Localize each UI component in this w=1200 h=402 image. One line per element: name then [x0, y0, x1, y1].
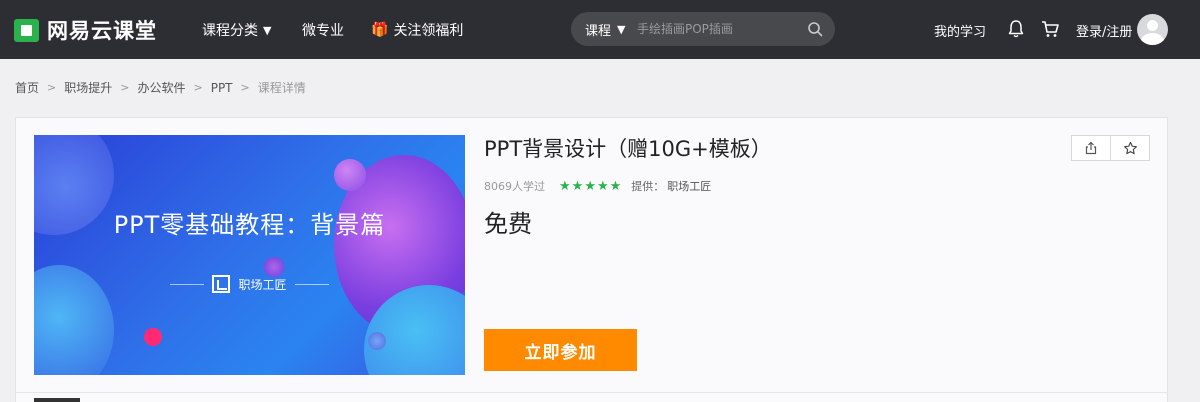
course-actions: [1071, 135, 1150, 161]
nav-follow-gift[interactable]: 🎁 关注领福利: [371, 19, 463, 41]
learner-count: 8069人学过: [484, 180, 545, 193]
logo-icon: [14, 18, 39, 42]
nav-micro-major[interactable]: 微专业: [302, 19, 344, 41]
course-price: 免费: [484, 210, 532, 238]
banner-decor: [144, 328, 162, 346]
bell-icon[interactable]: [1007, 19, 1025, 39]
search-bar: 课程 ▼: [571, 12, 835, 46]
search-input[interactable]: [637, 18, 797, 40]
chevron-right-icon: >: [193, 81, 203, 94]
course-title: PPT背景设计（赠10G+模板）: [484, 137, 772, 161]
star-icon: ★: [596, 178, 609, 194]
breadcrumb-career[interactable]: 职场提升: [64, 79, 112, 96]
star-outline-icon: [1123, 141, 1137, 154]
star-icon: ★: [559, 178, 571, 194]
divider: [15, 392, 1168, 393]
chevron-right-icon: >: [47, 81, 57, 94]
breadcrumb: 首页 > 职场提升 > 办公软件 > PPT > 课程详情: [15, 79, 306, 96]
breadcrumb-current: 课程详情: [257, 81, 306, 95]
nav-course-category-label: 课程分类: [202, 23, 258, 39]
search-icon[interactable]: [807, 21, 823, 37]
login-register-link[interactable]: 登录/注册: [1076, 21, 1132, 40]
banner-decor: [264, 257, 284, 277]
logo-text: 网易云课堂: [47, 19, 157, 43]
join-now-button[interactable]: 立即参加: [484, 329, 637, 371]
nav-micro-major-label: 微专业: [302, 23, 344, 39]
cart-icon[interactable]: [1040, 19, 1060, 39]
banner-decor: [368, 332, 386, 350]
star-icon: ★: [584, 178, 596, 194]
favorite-button[interactable]: [1110, 135, 1150, 161]
avatar[interactable]: [1137, 14, 1168, 45]
star-icon: ★: [571, 178, 584, 194]
divider: [294, 283, 329, 285]
brand-logo-icon: [212, 275, 231, 293]
rating-stars: ★ ★ ★ ★ ★: [559, 180, 621, 193]
chevron-right-icon: >: [120, 81, 130, 94]
provider-link[interactable]: 职场工匠: [667, 178, 711, 194]
chevron-right-icon: >: [240, 81, 250, 94]
breadcrumb-home[interactable]: 首页: [15, 79, 39, 96]
banner-brand: 职场工匠: [34, 275, 465, 293]
search-type-label: 课程: [585, 24, 612, 39]
share-icon: [1085, 141, 1097, 155]
breadcrumb-office-software[interactable]: 办公软件: [137, 79, 185, 96]
star-icon: ★: [609, 178, 622, 194]
tab-indicator: [34, 398, 80, 402]
share-button[interactable]: [1071, 135, 1111, 161]
gift-icon: 🎁: [371, 22, 389, 38]
chevron-down-icon: ▼: [617, 23, 626, 36]
top-navigation-bar: 网易云课堂 课程分类 ▼ 微专业 🎁 关注领福利 课程 ▼ 我的学习 登录/注册: [0, 0, 1200, 59]
banner-decor: [334, 159, 366, 191]
site-logo[interactable]: 网易云课堂: [14, 17, 157, 43]
my-learning-link[interactable]: 我的学习: [934, 21, 986, 40]
banner-brand-name: 职场工匠: [238, 277, 287, 292]
banner-title: PPT零基础教程：背景篇: [113, 211, 386, 239]
breadcrumb-ppt[interactable]: PPT: [211, 81, 233, 95]
course-meta: 8069人学过 ★ ★ ★ ★ ★ 提供： 职场工匠: [484, 178, 711, 194]
divider: [170, 283, 205, 285]
search-type-dropdown[interactable]: 课程 ▼: [585, 20, 625, 39]
chevron-down-icon: ▼: [263, 23, 272, 37]
nav-course-category[interactable]: 课程分类 ▼: [202, 19, 271, 41]
course-banner-image: PPT零基础教程：背景篇 职场工匠: [34, 135, 465, 375]
provider-label: 提供：: [631, 180, 665, 193]
nav-follow-gift-label: 关注领福利: [393, 23, 464, 39]
